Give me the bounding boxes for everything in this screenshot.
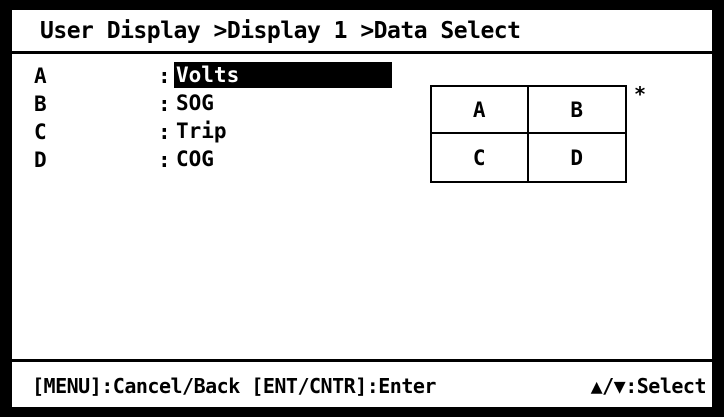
data-row-key: A [34, 64, 47, 88]
layout-marker: * [634, 82, 647, 106]
layout-cell-a: A [432, 87, 529, 134]
data-row-separator: : [158, 92, 171, 116]
key-guide-menu-enter: [MENU]:Cancel/Back [ENT/CNTR]:Enter [32, 374, 436, 398]
screen: User Display >Display 1 >Data Select A :… [0, 0, 724, 417]
data-row-value[interactable]: COG [174, 146, 216, 172]
data-row-value[interactable]: Trip [174, 118, 229, 144]
data-row-value-selected[interactable]: Volts [174, 62, 392, 88]
display-panel: User Display >Display 1 >Data Select A :… [12, 10, 712, 407]
data-row-value[interactable]: SOG [174, 90, 216, 116]
layout-cell-b: B [528, 87, 625, 134]
breadcrumb-title: User Display >Display 1 >Data Select [40, 18, 521, 44]
data-row-separator: : [158, 148, 171, 172]
data-row-separator: : [158, 120, 171, 144]
title-bar: User Display >Display 1 >Data Select [12, 10, 712, 54]
key-guide-select: ▲/▼:Select [590, 374, 707, 398]
data-row-key: B [34, 92, 47, 116]
data-row-separator: : [158, 64, 171, 88]
layout-cell-c: C [432, 134, 529, 181]
key-guide-bar: [MENU]:Cancel/Back [ENT/CNTR]:Enter ▲/▼:… [12, 359, 712, 407]
layout-preview-grid: A B C D [430, 85, 627, 183]
data-row-key: C [34, 120, 47, 144]
layout-cell-d: D [570, 145, 584, 170]
data-row-key: D [34, 148, 47, 172]
